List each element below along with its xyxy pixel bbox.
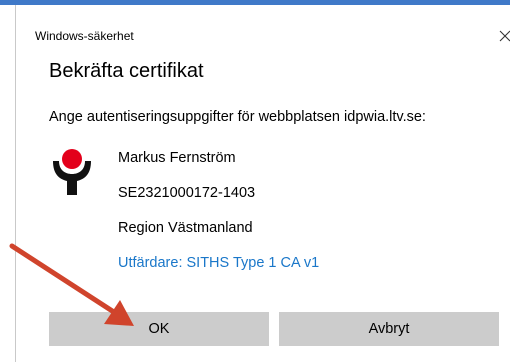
page: Windows-säkerhet Bekräfta certifikat Ang… xyxy=(0,0,510,362)
cancel-button[interactable]: Avbryt xyxy=(279,312,499,346)
dialog-prompt: Ange autentiseringsuppgifter för webbpla… xyxy=(49,109,426,125)
certificate-holder-name: Markus Fernström xyxy=(118,150,236,166)
window-title: Windows-säkerhet xyxy=(35,29,134,43)
certificate-entry[interactable]: Markus Fernström SE2321000172-1403 Regio… xyxy=(46,140,466,290)
close-button[interactable] xyxy=(491,22,510,50)
security-dialog: Windows-säkerhet Bekräfta certifikat Ang… xyxy=(15,5,510,362)
ok-button[interactable]: OK xyxy=(49,312,269,346)
dialog-heading: Bekräfta certifikat xyxy=(49,60,204,82)
certificate-organization: Region Västmanland xyxy=(118,220,253,236)
certificate-issuer-link[interactable]: Utfärdare: SITHS Type 1 CA v1 xyxy=(118,255,319,271)
certificate-logo-icon xyxy=(53,149,91,195)
close-icon xyxy=(499,30,510,42)
certificate-id: SE2321000172-1403 xyxy=(118,185,256,201)
